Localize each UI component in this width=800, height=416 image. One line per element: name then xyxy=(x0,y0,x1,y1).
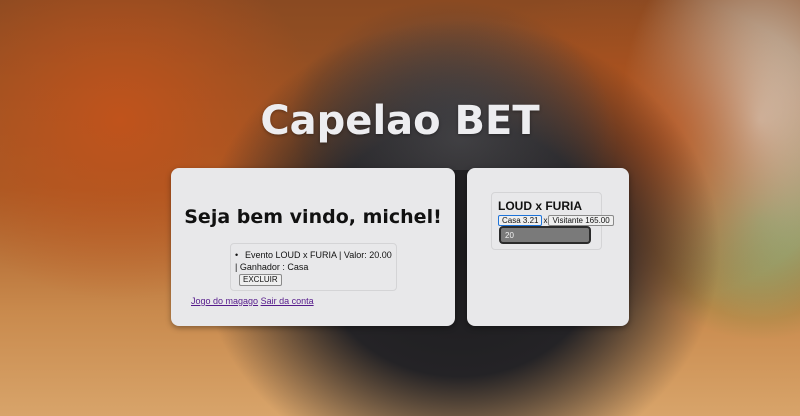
bet-description: Evento LOUD x FURIA | Valor: 20.00 | Gan… xyxy=(235,250,392,272)
game-link[interactable]: Jogo do magago xyxy=(191,296,258,306)
footer-links: Jogo do magago Sair da conta xyxy=(191,296,314,306)
logout-link[interactable]: Sair da conta xyxy=(261,296,314,306)
welcome-heading: Seja bem vindo, michel! xyxy=(184,206,442,228)
home-odd-button[interactable]: Casa 3.21 xyxy=(498,215,543,226)
user-panel: Seja bem vindo, michel! • Evento LOUD x F… xyxy=(171,168,455,326)
odds-separator: x xyxy=(543,216,548,225)
bets-list: • Evento LOUD x FURIA | Valor: 20.00 | Ga… xyxy=(235,249,392,286)
odds-row: Casa 3.21 x Visitante 165.00 xyxy=(498,215,614,226)
delete-bet-button[interactable]: EXCLUIR xyxy=(239,274,282,286)
list-item: • Evento LOUD x FURIA | Valor: 20.00 | Ga… xyxy=(235,249,392,286)
background-overlay xyxy=(300,10,620,170)
bets-list-box: • Evento LOUD x FURIA | Valor: 20.00 | Ga… xyxy=(230,243,397,291)
event-panel: LOUD x FURIA Casa 3.21 x Visitante 165.00 … xyxy=(467,168,629,326)
page-title: Capelao BET xyxy=(260,98,540,144)
event-title: LOUD x FURIA xyxy=(498,199,582,213)
event-card: LOUD x FURIA Casa 3.21 x Visitante 165.00 … xyxy=(491,192,614,250)
bullet-icon: • xyxy=(235,250,239,260)
bet-amount-input[interactable]: 20 xyxy=(499,226,591,244)
away-odd-button[interactable]: Visitante 165.00 xyxy=(548,215,614,226)
